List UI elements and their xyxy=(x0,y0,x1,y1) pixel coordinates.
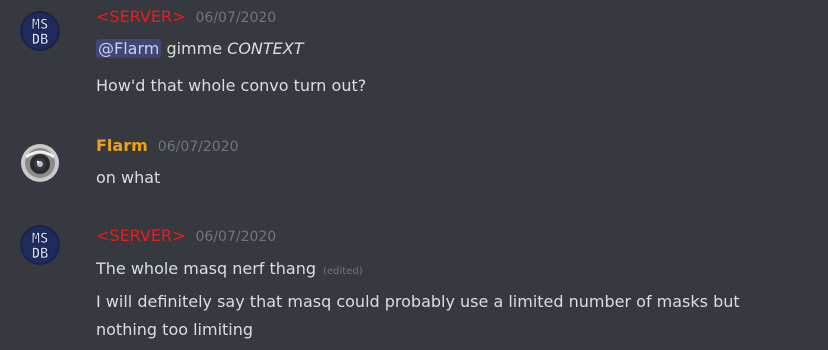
message-text: I will definitely say that masq could pr… xyxy=(96,292,740,311)
user-mention[interactable]: @Flarm xyxy=(96,39,162,58)
message-line: on what xyxy=(96,167,160,189)
message-text: on what xyxy=(96,168,161,187)
message-line: The whole masq nerf thang (edited) xyxy=(96,258,363,283)
emphasis-text: CONTEXT xyxy=(227,39,304,58)
message-text: How'd that whole convo turn out? xyxy=(96,76,367,95)
msdb-avatar-icon: MS DB xyxy=(20,11,60,51)
message-line: I will definitely say that masq could pr… xyxy=(96,291,740,313)
author-name[interactable]: <SERVER> xyxy=(96,226,186,245)
timestamp: 06/07/2020 xyxy=(195,229,277,245)
author-name[interactable]: Flarm xyxy=(96,136,148,155)
message-text: The whole masq nerf thang xyxy=(96,259,316,278)
message-line: How'd that whole convo turn out? xyxy=(96,75,366,97)
chat-messages: MS DB <SERVER> 06/07/2020 @Flarm gimme C… xyxy=(0,0,828,350)
author-name[interactable]: <SERVER> xyxy=(96,7,186,26)
msdb-avatar-icon: MS DB xyxy=(20,225,60,265)
avatar[interactable]: MS DB xyxy=(20,11,60,51)
message-header: <SERVER> 06/07/2020 xyxy=(96,7,276,29)
message-text: nothing too limiting xyxy=(96,320,254,339)
message-header: Flarm 06/07/2020 xyxy=(96,136,238,158)
message-header: <SERVER> 06/07/2020 xyxy=(96,226,276,248)
avatar-text-top: MS xyxy=(32,231,49,247)
avatar-text-bottom: DB xyxy=(32,32,49,48)
message-line: nothing too limiting xyxy=(96,319,253,341)
avatar-text-bottom: DB xyxy=(32,246,49,262)
message-text: gimme xyxy=(166,39,223,58)
message-line: @Flarm gimme CONTEXT xyxy=(96,38,304,60)
avatar[interactable]: MS DB xyxy=(20,225,60,265)
timestamp: 06/07/2020 xyxy=(195,10,277,26)
avatar[interactable] xyxy=(20,143,60,183)
edited-label: (edited) xyxy=(323,266,363,277)
timestamp: 06/07/2020 xyxy=(157,139,239,155)
robot-eye-icon xyxy=(21,144,59,182)
avatar-text-top: MS xyxy=(32,17,49,33)
